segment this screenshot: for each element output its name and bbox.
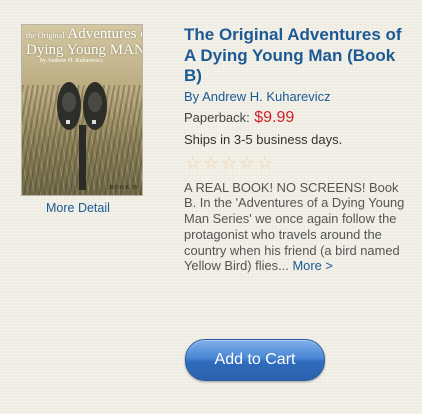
more-detail-link[interactable]: More Detail: [46, 201, 110, 215]
book-cover-link[interactable]: the Original Adventures of a Dying Young…: [21, 24, 143, 196]
shipping-info: Ships in 3-5 business days.: [184, 131, 343, 147]
cover-title-small: the Original: [26, 31, 65, 40]
rating-stars[interactable]: ☆ ☆ ☆ ☆ ☆: [184, 153, 414, 173]
cover-title-line1: Adventures of a: [67, 26, 142, 42]
cover-title: the Original Adventures of a Dying Young…: [26, 26, 143, 58]
parking-meter-illustration: [57, 82, 107, 190]
cover-author: by Andrew H. Kuharevicz: [40, 58, 103, 64]
price-value: $9.99: [254, 108, 295, 126]
book-author[interactable]: By Andrew H. Kuharevicz: [184, 89, 414, 105]
add-to-cart-button[interactable]: Add to Cart: [185, 339, 325, 381]
book-cover-image: the Original Adventures of a Dying Young…: [21, 24, 143, 196]
star-outline-icon[interactable]: ☆: [220, 153, 238, 173]
star-outline-icon[interactable]: ☆: [202, 153, 220, 173]
star-outline-icon[interactable]: ☆: [238, 153, 256, 173]
cover-badge: BOOK B: [109, 185, 138, 191]
star-outline-icon[interactable]: ☆: [256, 153, 274, 173]
book-info: The Original Adventures of A Dying Young…: [184, 25, 414, 274]
price-line: Paperback: $9.99: [184, 108, 414, 127]
cover-title-line2: Dying Young MAN: [26, 42, 143, 58]
star-outline-icon[interactable]: ☆: [184, 153, 202, 173]
book-title[interactable]: The Original Adventures of A Dying Young…: [184, 25, 414, 87]
more-link[interactable]: More >: [292, 258, 332, 273]
book-description: A REAL BOOK! NO SCREENS! Book B. In the …: [184, 180, 414, 275]
format-label: Paperback:: [184, 109, 250, 125]
